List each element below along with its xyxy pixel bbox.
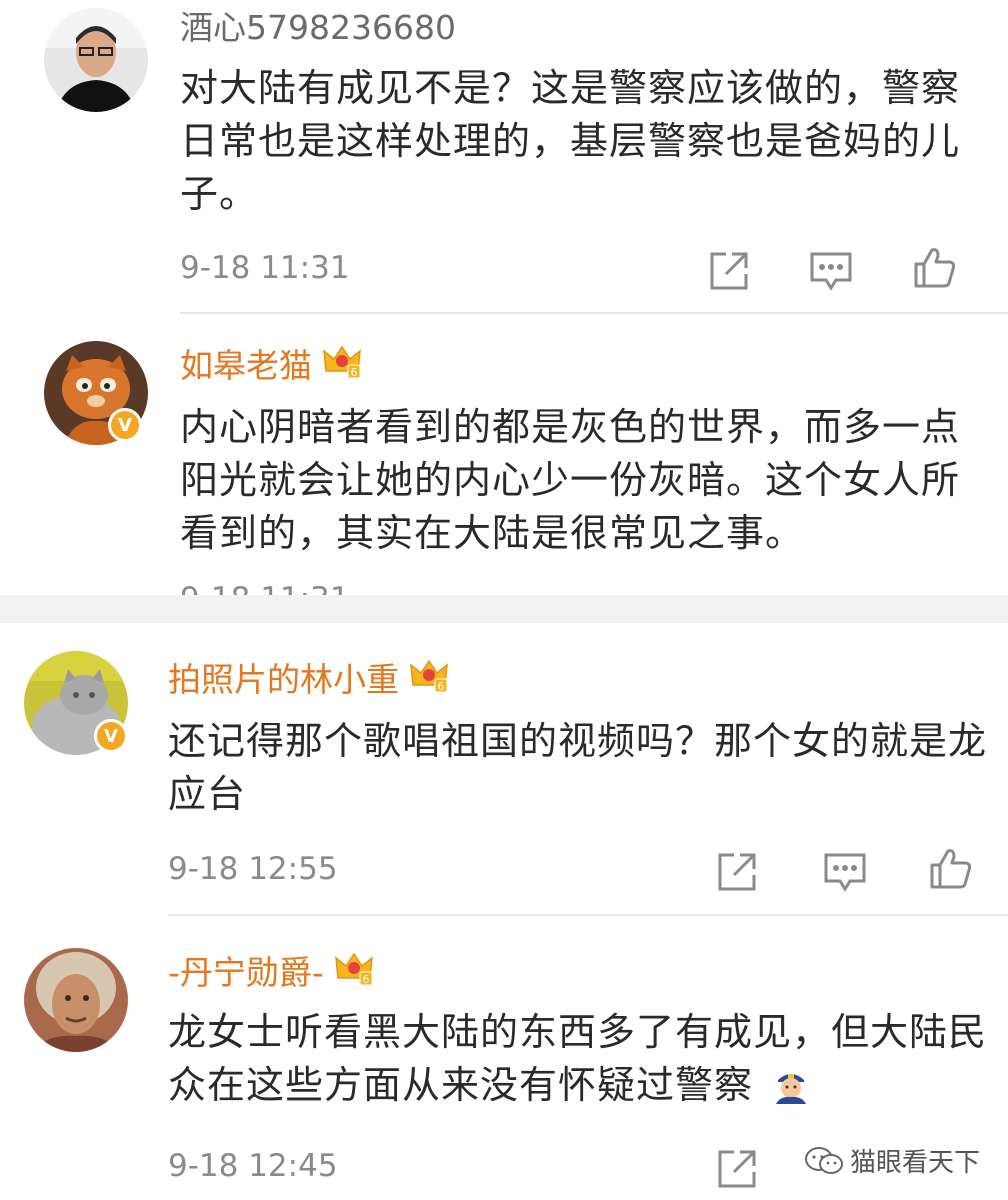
like-icon[interactable] bbox=[928, 845, 974, 891]
comment-item: V 如皋老猫 6 内心阴暗者看到的都是灰色的世界，而多一点阳光就会让她的内心少一… bbox=[0, 315, 1008, 595]
vip-crown-icon: 6 bbox=[334, 950, 374, 995]
username-row: 拍照片的林小重 6 bbox=[168, 657, 449, 702]
verified-badge-icon: V bbox=[108, 408, 142, 442]
share-icon[interactable] bbox=[714, 1146, 760, 1192]
police-officer-emoji bbox=[772, 1065, 810, 1118]
comment-text: 还记得那个歌唱祖国的视频吗？那个女的就是龙应台 bbox=[168, 719, 988, 816]
timestamp: 9-18 12:55 bbox=[168, 851, 338, 887]
svg-text:6: 6 bbox=[351, 366, 358, 379]
vip-crown-icon: 6 bbox=[322, 343, 362, 388]
comment-icon[interactable] bbox=[808, 248, 854, 294]
username-row: 如皋老猫 6 bbox=[180, 343, 362, 388]
avatar[interactable] bbox=[24, 948, 128, 1052]
comment-feed: 酒心5798236680 对大陆有成见不是？这是警察应该做的，警察日常也是这样处… bbox=[0, 0, 1008, 1200]
svg-text:6: 6 bbox=[438, 680, 445, 693]
timestamp: 9-18 12:45 bbox=[168, 1148, 338, 1184]
timestamp: 9-18 11:31 bbox=[180, 250, 350, 286]
comment-text: 对大陆有成见不是？这是警察应该做的，警察日常也是这样处理的，基层警察也是爸妈的儿… bbox=[180, 66, 961, 216]
section-gap bbox=[0, 595, 1008, 623]
username-row: -丹宁勋爵- 6 bbox=[168, 950, 374, 995]
avatar[interactable] bbox=[44, 8, 148, 112]
username[interactable]: 如皋老猫 bbox=[180, 346, 312, 386]
username[interactable]: -丹宁勋爵- bbox=[168, 953, 324, 993]
watermark-text: 猫眼看天下 bbox=[850, 1148, 981, 1178]
verified-badge-icon: V bbox=[94, 719, 128, 753]
comment-text: 内心阴暗者看到的都是灰色的世界，而多一点阳光就会让她的内心少一份灰暗。这个女人所… bbox=[180, 405, 961, 555]
watermark: 猫眼看天下 bbox=[804, 1142, 980, 1179]
comment-text: 龙女士听看黑大陆的东西多了有成见，但大陆民众在这些方面从来没有怀疑过警察 bbox=[168, 1006, 988, 1118]
wechat-icon bbox=[805, 1146, 843, 1174]
comment-item: V 拍照片的林小重 6 还记得那个歌唱祖国的视频吗？那个女的就是龙应台 9-18… bbox=[0, 623, 1008, 916]
comment-icon[interactable] bbox=[822, 849, 868, 895]
divider bbox=[180, 312, 1008, 314]
timestamp: 9-18 11:31 bbox=[180, 581, 350, 595]
comment-text-content: 龙女士听看黑大陆的东西多了有成见，但大陆民众在这些方面从来没有怀疑过警察 bbox=[168, 1010, 988, 1107]
username[interactable]: 酒心5798236680 bbox=[180, 8, 456, 48]
username[interactable]: 拍照片的林小重 bbox=[168, 660, 399, 700]
share-icon[interactable] bbox=[706, 248, 752, 294]
svg-text:6: 6 bbox=[362, 973, 369, 986]
comment-item: 酒心5798236680 对大陆有成见不是？这是警察应该做的，警察日常也是这样处… bbox=[0, 0, 1008, 315]
like-icon[interactable] bbox=[912, 244, 958, 290]
vip-crown-icon: 6 bbox=[409, 657, 449, 702]
share-icon[interactable] bbox=[714, 849, 760, 895]
